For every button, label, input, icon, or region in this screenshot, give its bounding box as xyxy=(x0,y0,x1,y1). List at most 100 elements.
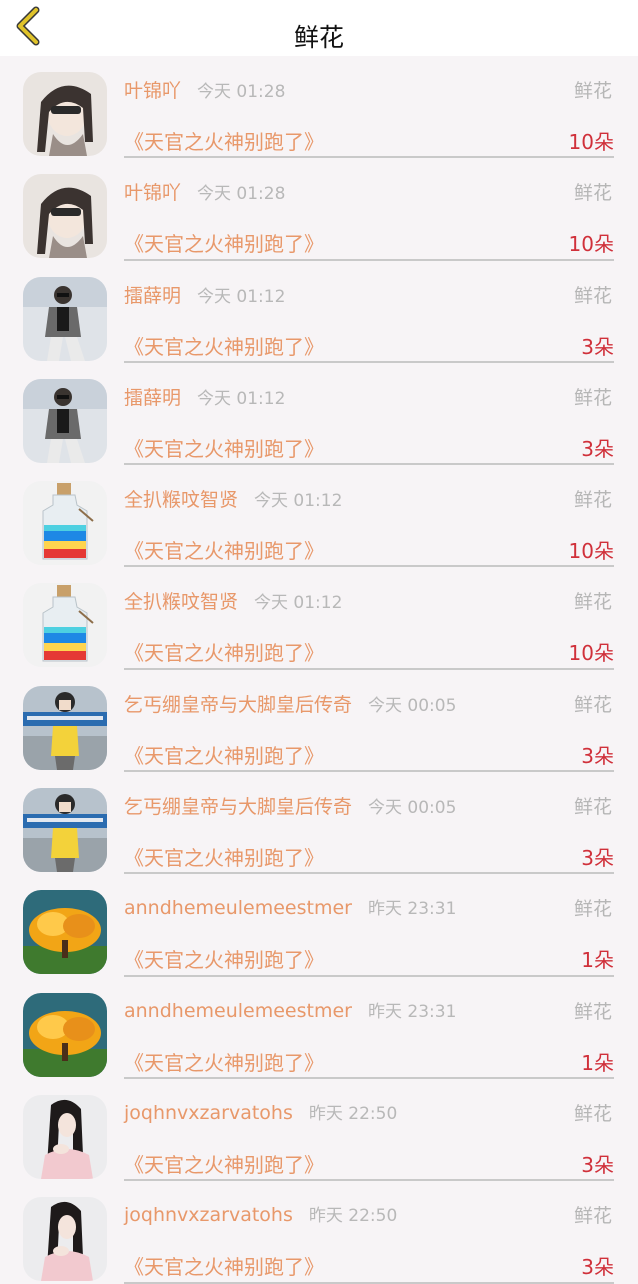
book-title[interactable]: 《天官之火神别跑了》 xyxy=(124,1251,324,1280)
gift-type: 鲜花 xyxy=(573,1205,612,1228)
avatar[interactable] xyxy=(23,890,107,975)
book-title[interactable]: 《天官之火神别跑了》 xyxy=(124,331,324,360)
flower-count: 3朵 xyxy=(581,1152,614,1177)
timestamp: 今天 00:05 xyxy=(368,695,457,716)
flower-count: 3朵 xyxy=(581,846,614,871)
book-title[interactable]: 《天官之火神别跑了》 xyxy=(124,126,324,155)
avatar[interactable] xyxy=(23,788,107,873)
timestamp: 昨天 23:31 xyxy=(367,1001,457,1022)
sender-name-text: anndhemeulemeestmer xyxy=(124,999,352,1022)
sender-name[interactable]: 全扒糇呅智贤 今天 01:12 xyxy=(124,587,342,614)
list-item[interactable]: joqhnvxzarvatohs 昨天 22:50 鲜花《天官之火神别跑了》 3朵 xyxy=(0,1079,638,1182)
timestamp: 今天 01:12 xyxy=(197,388,286,409)
flower-count: 1朵 xyxy=(581,1050,614,1075)
sender-name[interactable]: anndhemeulemeestmer 昨天 23:31 xyxy=(124,894,456,919)
flower-count: 10朵 xyxy=(568,539,614,564)
list-item[interactable]: 全扒糇呅智贤 今天 01:12 鲜花《天官之火神别跑了》 10朵 xyxy=(0,465,638,568)
gift-type: 鲜花 xyxy=(573,80,612,102)
timestamp: 今天 01:12 xyxy=(197,286,286,307)
sender-name-text: 全扒糇呅智贤 xyxy=(124,591,239,614)
gift-type: 鲜花 xyxy=(573,182,612,205)
list-item[interactable]: 叶锦吖 今天 01:28 鲜花《天官之火神别跑了》 10朵 xyxy=(0,158,638,261)
gift-type: 鲜花 xyxy=(573,693,612,716)
sender-name[interactable]: joqhnvxzarvatohs 昨天 22:50 xyxy=(124,1201,397,1226)
flower-count: 1朵 xyxy=(581,948,614,973)
book-title[interactable]: 《天官之火神别跑了》 xyxy=(124,535,324,564)
gift-type: 鲜花 xyxy=(573,386,612,409)
timestamp: 昨天 22:50 xyxy=(308,1206,398,1227)
list-item[interactable]: 全扒糇呅智贤 今天 01:12 鲜花《天官之火神别跑了》 10朵 xyxy=(0,567,638,670)
timestamp: 今天 01:12 xyxy=(254,593,343,614)
sender-name[interactable]: joqhnvxzarvatohs 昨天 22:50 xyxy=(124,1099,397,1124)
avatar[interactable] xyxy=(23,1094,107,1179)
avatar[interactable] xyxy=(23,174,107,259)
sender-name-text: 叶锦吖 xyxy=(124,80,182,102)
list-item[interactable]: 擂薛明 今天 01:12 鲜花《天官之火神别跑了》 3朵 xyxy=(0,261,638,363)
sender-name-text: 乞丐绷皇帝与大脚皇后传奇 xyxy=(124,796,353,819)
list-item[interactable]: 叶锦吖 今天 01:28 鲜花《天官之火神别跑了》 10朵 xyxy=(0,56,638,159)
list-item[interactable]: joqhnvxzarvatohs 昨天 22:50 鲜花《天官之火神别跑了》 3朵 xyxy=(0,1181,638,1284)
sender-name-text: 擂薛明 xyxy=(124,386,182,409)
flower-count: 3朵 xyxy=(581,743,614,768)
flower-record-list: 叶锦吖 今天 01:28 鲜花 《天官之火神别跑了》 10朵 叶锦吖 今天 01:28 鲜花《… xyxy=(0,56,638,1284)
avatar[interactable] xyxy=(23,481,107,566)
timestamp: 今天 01:28 xyxy=(197,82,286,102)
sender-name-text: 全扒糇呅智贤 xyxy=(124,489,239,512)
avatar[interactable] xyxy=(23,276,107,361)
sender-name[interactable]: anndhemeulemeestmer 昨天 23:31 xyxy=(124,997,456,1022)
flower-count: 10朵 xyxy=(568,130,614,154)
book-title[interactable]: 《天官之火神别跑了》 xyxy=(124,637,324,666)
sender-name[interactable]: 叶锦吖 今天 01:28 xyxy=(124,76,285,103)
timestamp: 今天 01:12 xyxy=(254,491,343,512)
sender-name-text: 叶锦吖 xyxy=(124,182,182,205)
avatar[interactable] xyxy=(23,992,107,1077)
navigation-bar: 鲜花 xyxy=(0,0,638,56)
list-item[interactable]: 乞丐绷皇帝与大脚皇后传奇 今天 00:05 鲜花《天官之火神别跑了》 3朵 xyxy=(0,670,638,773)
page-title: 鲜花 xyxy=(293,23,344,52)
list-item[interactable]: anndhemeulemeestmer 昨天 23:31 鲜花《天官之火神别跑了》 1… xyxy=(0,977,638,1079)
flower-count: 10朵 xyxy=(568,641,614,666)
sender-name-text: 乞丐绷皇帝与大脚皇后传奇 xyxy=(124,693,353,716)
book-title[interactable]: 《天官之火神别跑了》 xyxy=(124,842,324,871)
gift-type: 鲜花 xyxy=(573,489,612,512)
sender-name-text: joqhnvxzarvatohs xyxy=(124,1101,293,1124)
avatar[interactable] xyxy=(23,685,107,770)
avatar[interactable] xyxy=(23,583,107,668)
timestamp: 昨天 23:31 xyxy=(367,899,457,920)
avatar[interactable] xyxy=(23,378,107,463)
gift-type: 鲜花 xyxy=(573,1000,612,1023)
book-title[interactable]: 《天官之火神别跑了》 xyxy=(124,740,324,769)
gift-type: 鲜花 xyxy=(573,591,612,614)
sender-name[interactable]: 全扒糇呅智贤 今天 01:12 xyxy=(124,485,342,512)
sender-name-text: 擂薛明 xyxy=(124,284,182,307)
book-title[interactable]: 《天官之火神别跑了》 xyxy=(124,1149,324,1178)
book-title[interactable]: 《天官之火神别跑了》 xyxy=(124,228,324,257)
sender-name[interactable]: 擂薛明 今天 01:12 xyxy=(124,281,285,308)
flower-count: 3朵 xyxy=(581,436,614,461)
sender-name[interactable]: 乞丐绷皇帝与大脚皇后传奇 今天 00:05 xyxy=(124,792,456,819)
book-title[interactable]: 《天官之火神别跑了》 xyxy=(124,944,324,973)
timestamp: 今天 00:05 xyxy=(368,798,457,819)
sender-name[interactable]: 擂薛明 今天 01:12 xyxy=(124,383,285,410)
sender-name[interactable]: 乞丐绷皇帝与大脚皇后传奇 今天 00:05 xyxy=(124,690,456,717)
avatar[interactable] xyxy=(23,72,107,156)
sender-name-text: anndhemeulemeestmer xyxy=(124,897,352,920)
sender-name-text: joqhnvxzarvatohs xyxy=(124,1204,293,1227)
timestamp: 今天 01:28 xyxy=(197,184,286,205)
flower-count: 3朵 xyxy=(581,1255,614,1280)
list-item[interactable]: 乞丐绷皇帝与大脚皇后传奇 今天 00:05 鲜花《天官之火神别跑了》 3朵 xyxy=(0,772,638,875)
book-title[interactable]: 《天官之火神别跑了》 xyxy=(124,433,324,462)
list-item[interactable]: anndhemeulemeestmer 昨天 23:31 鲜花《天官之火神别跑了》 1… xyxy=(0,874,638,977)
gift-type: 鲜花 xyxy=(573,284,612,307)
avatar[interactable] xyxy=(23,1197,107,1282)
flower-count: 3朵 xyxy=(581,334,614,359)
gift-type: 鲜花 xyxy=(573,1102,612,1125)
row-divider xyxy=(124,1281,614,1284)
sender-name[interactable]: 叶锦吖 今天 01:28 xyxy=(124,178,285,205)
book-title[interactable]: 《天官之火神别跑了》 xyxy=(124,1047,324,1076)
list-item[interactable]: 擂薛明 今天 01:12 鲜花《天官之火神别跑了》 3朵 xyxy=(0,363,638,466)
flower-count: 10朵 xyxy=(568,232,614,257)
gift-type: 鲜花 xyxy=(573,796,612,819)
timestamp: 昨天 22:50 xyxy=(308,1103,398,1124)
gift-type: 鲜花 xyxy=(573,898,612,921)
